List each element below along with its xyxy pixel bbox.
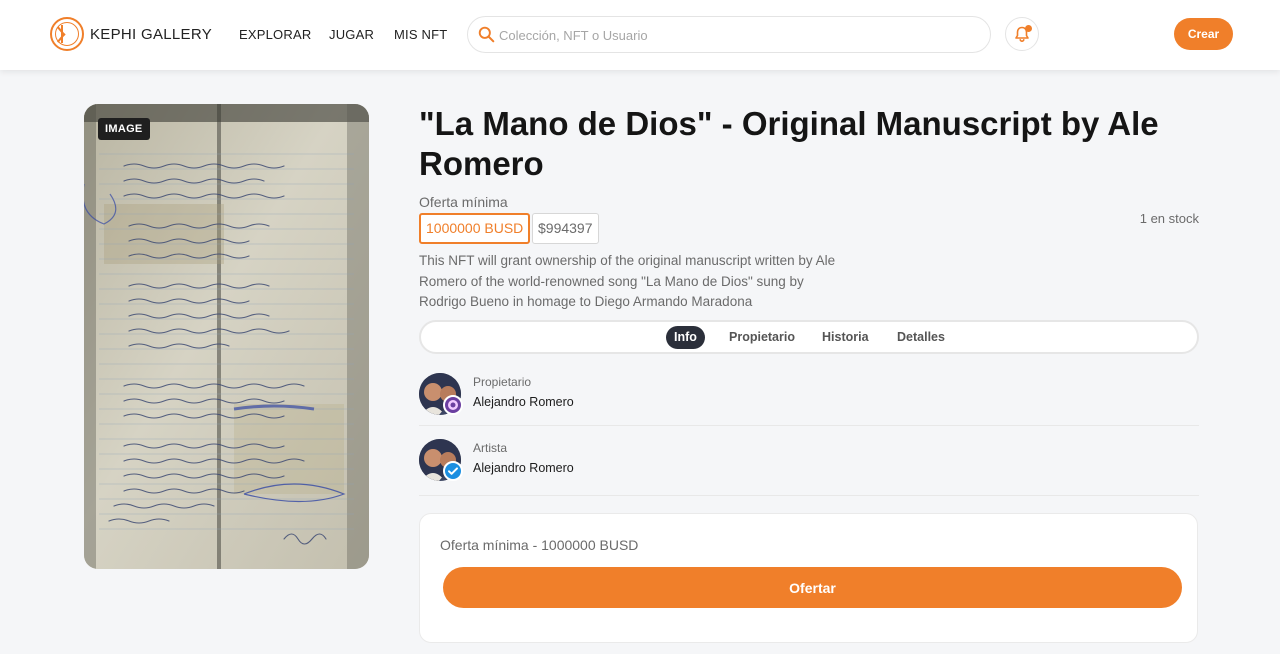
stock-count: 1 en stock xyxy=(1139,211,1199,226)
tab-details[interactable]: Detalles xyxy=(889,326,953,349)
create-button[interactable]: Crear xyxy=(1174,18,1233,50)
notification-dot xyxy=(1025,25,1032,32)
owner-row[interactable]: Propietario Alejandro Romero xyxy=(419,373,1199,417)
artist-name[interactable]: Alejandro Romero xyxy=(473,461,574,475)
tab-owner[interactable]: Propietario xyxy=(721,326,803,349)
min-offer-label: Oferta mínima xyxy=(419,194,508,210)
search-bar xyxy=(467,16,991,53)
artist-row[interactable]: Artista Alejandro Romero xyxy=(419,439,1199,483)
brand-home-link[interactable]: KEPHI GALLERY xyxy=(50,17,212,51)
nft-description: This NFT will grant ownership of the ori… xyxy=(419,253,836,309)
top-navbar: KEPHI GALLERY EXPLORAR JUGAR MIS NFT Cre… xyxy=(0,0,1280,70)
search-input[interactable] xyxy=(499,25,969,45)
nft-image[interactable]: IMAGE xyxy=(84,104,369,569)
owner-badge-icon xyxy=(443,395,463,415)
media-type-badge: IMAGE xyxy=(98,118,150,140)
divider xyxy=(419,425,1199,426)
tab-history[interactable]: Historia xyxy=(814,326,877,349)
brand-name: KEPHI GALLERY xyxy=(90,25,213,43)
price-usd: $994397 xyxy=(532,213,599,244)
detail-tabs: Info Propietario Historia Detalles xyxy=(419,320,1199,354)
owner-name[interactable]: Alejandro Romero xyxy=(473,395,574,409)
nav-my-nft-link[interactable]: MIS NFT xyxy=(394,27,447,42)
offer-summary: Oferta mínima - 1000000 BUSD xyxy=(440,537,639,553)
nft-title: "La Mano de Dios" - Original Manuscript … xyxy=(419,105,1159,182)
owner-role-label: Propietario xyxy=(473,375,532,389)
notifications-button[interactable] xyxy=(1005,17,1039,51)
divider xyxy=(419,495,1199,496)
artist-role-label: Artista xyxy=(473,441,508,455)
kephi-logo-icon xyxy=(50,17,84,51)
place-offer-button[interactable]: Ofertar xyxy=(443,567,1182,608)
nav-play-link[interactable]: JUGAR xyxy=(329,27,374,42)
search-icon xyxy=(478,26,495,43)
nav-explore-link[interactable]: EXPLORAR xyxy=(239,27,311,42)
offer-panel: Oferta mínima - 1000000 BUSD Ofertar xyxy=(419,513,1198,643)
manuscript-image xyxy=(84,104,369,569)
tab-info[interactable]: Info xyxy=(666,326,705,349)
verified-check-icon xyxy=(443,461,463,481)
price-crypto: 1000000 BUSD xyxy=(419,213,531,244)
